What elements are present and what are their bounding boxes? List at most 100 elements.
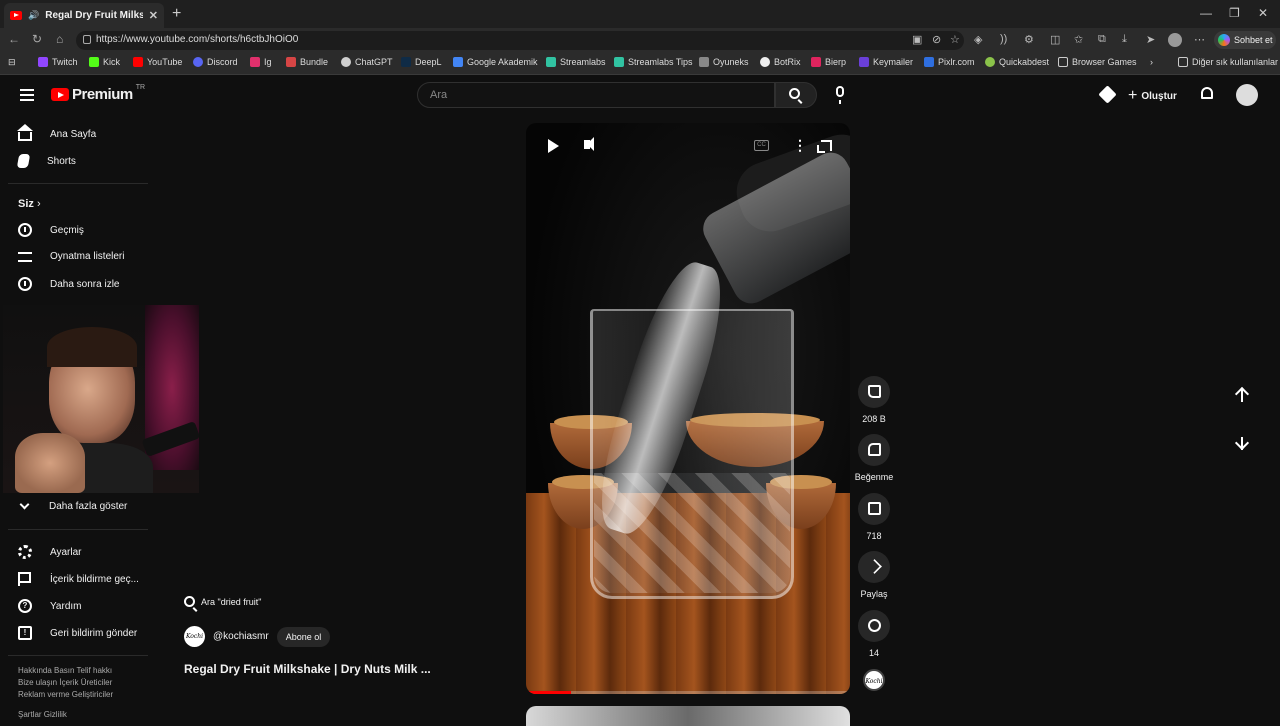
bookmark-streamlabs-tips[interactable]: Streamlabs Tips (614, 57, 693, 67)
tab-close-icon[interactable]: ✕ (149, 9, 158, 22)
botrix-icon (760, 57, 770, 67)
bookmark-kick[interactable]: Kick (89, 57, 120, 67)
shorts-video-player[interactable]: CC ⋮ (526, 123, 850, 694)
other-bookmarks[interactable]: Diğer sık kullanılanlar (1178, 57, 1278, 67)
window-close-icon[interactable]: ✕ (1258, 6, 1268, 20)
video-title[interactable]: Regal Dry Fruit Milkshake | Dry Nuts Mil… (184, 662, 431, 676)
sidebar-item-history[interactable]: Geçmiş (18, 223, 84, 237)
volume-icon[interactable] (584, 137, 594, 151)
bookmark-google-akademik[interactable]: Google Akademik (453, 57, 538, 67)
bookmark-quickabdest[interactable]: Quickabdest (985, 57, 1049, 67)
subscribe-button[interactable]: Abone ol (276, 626, 331, 647)
cast-icon[interactable] (1098, 85, 1117, 104)
youtube-icon (133, 57, 143, 67)
maximize-icon[interactable]: ❐ (1229, 6, 1240, 20)
favorites-icon[interactable]: ✩ (1074, 33, 1083, 46)
bookmark-botrix[interactable]: BotRix (760, 57, 801, 67)
sidebar-item-playlists[interactable]: Oynatma listeleri (18, 250, 124, 262)
browser-tab[interactable]: 🔊 Regal Dry Fruit Milkshake | ✕ (4, 3, 164, 28)
bookmarks-overflow-icon[interactable]: › (1150, 57, 1153, 67)
keymailer-icon (859, 57, 869, 67)
search-input[interactable]: Ara (417, 82, 775, 108)
sidebar-item-watch-later[interactable]: Daha sonra izle (18, 277, 119, 291)
bookmark-discord[interactable]: Discord (193, 57, 238, 67)
create-button[interactable]: + Oluştur (1128, 87, 1177, 105)
footer-links-row[interactable]: Hakkında Basın Telif hakkı (18, 666, 112, 675)
share-button[interactable]: Paylaş (852, 551, 896, 599)
search-button[interactable] (775, 82, 817, 108)
bookmark-bundle[interactable]: Bundle (286, 57, 328, 67)
sidebar-item-report-history[interactable]: İçerik bildirme geç... (18, 572, 139, 586)
tracking-icon[interactable]: ⊘ (932, 33, 941, 46)
app-available-icon[interactable]: ▣ (912, 33, 922, 46)
related-search-chip[interactable]: Ara "dried fruit" (184, 596, 261, 607)
channel-avatar[interactable]: Kochi (184, 626, 205, 647)
share-browser-icon[interactable]: ➤ (1146, 33, 1155, 46)
copilot-label: Sohbet et (1234, 35, 1273, 45)
footer-links-row[interactable]: Reklam verme Geliştiriciler (18, 690, 113, 699)
sidebar-show-more[interactable]: Daha fazla göster (18, 499, 127, 512)
more-menu-icon[interactable]: ⋯ (1194, 33, 1205, 46)
sidebar-item-settings[interactable]: Ayarlar (18, 545, 82, 559)
more-options-icon[interactable]: ⋮ (793, 138, 807, 152)
profile-avatar[interactable] (1168, 33, 1182, 47)
channel-handle[interactable]: @kochiasmr (213, 631, 269, 642)
captions-icon[interactable]: CC (754, 140, 769, 151)
youtube-premium-logo[interactable]: Premium TR (51, 84, 145, 103)
bookmark-youtube[interactable]: YouTube (133, 57, 182, 67)
next-short-preview[interactable] (526, 706, 850, 726)
bookmark-browser-games[interactable]: Browser Games (1058, 57, 1137, 67)
bookmark-streamlabs[interactable]: Streamlabs (546, 57, 606, 67)
fullscreen-icon[interactable] (817, 140, 832, 153)
video-progress-bar[interactable] (526, 691, 850, 694)
notifications-icon[interactable] (1201, 87, 1213, 99)
extension-signal-icon[interactable]: )) (1000, 33, 1007, 45)
share-label: Paylaş (860, 589, 888, 599)
sidebar-item-home[interactable]: Ana Sayfa (17, 124, 96, 141)
minimize-icon[interactable]: — (1200, 6, 1212, 20)
footer-links-row[interactable]: Şartlar Gizlilik (18, 710, 67, 719)
new-tab-button[interactable]: + (172, 5, 181, 23)
footer-links-row[interactable]: Bize ulaşın İçerik Üreticiler (18, 678, 112, 687)
bookmark-deepl[interactable]: DeepL (401, 57, 442, 67)
split-screen-icon[interactable]: ◫ (1050, 33, 1060, 46)
home-browser-icon[interactable]: ⌂ (56, 32, 63, 46)
like-button[interactable]: 208 B (852, 376, 896, 424)
collections-icon[interactable]: ⧉ (1098, 33, 1106, 46)
bookmark-twitch[interactable]: Twitch (38, 57, 78, 67)
previous-short-button[interactable] (1227, 381, 1257, 411)
collections-bar-icon[interactable]: ⊟ (8, 57, 16, 68)
bookmark-chatgpt[interactable]: ChatGPT (341, 57, 393, 67)
next-short-button[interactable] (1227, 429, 1257, 459)
comments-button[interactable]: 718 (852, 493, 896, 541)
back-icon[interactable]: ← (8, 32, 20, 46)
bookmark-pixlr[interactable]: Pixlr.com (924, 57, 975, 67)
sidebar-item-shorts[interactable]: Shorts (16, 154, 76, 168)
channel-avatar-button[interactable]: Kochi (863, 669, 885, 691)
streamlabs-tips-icon (614, 57, 624, 67)
downloads-icon[interactable]: ⤓ (1122, 33, 1127, 46)
bookmark-keymailer[interactable]: Keymailer (859, 57, 913, 67)
menu-icon[interactable] (20, 89, 34, 101)
play-icon[interactable] (548, 139, 559, 153)
youtube-favicon-icon (10, 11, 22, 20)
bookmark-oyuneks[interactable]: Oyuneks (699, 57, 749, 67)
sidebar-item-feedback[interactable]: ! Geri bildirim gönder (18, 626, 137, 640)
remix-button[interactable]: 14 (852, 610, 896, 658)
extensions-icon[interactable]: ⚙ (1024, 33, 1034, 46)
reload-icon[interactable]: ↻ (32, 32, 42, 46)
dislike-button[interactable]: Beğenme (852, 434, 896, 482)
bookmark-bierp[interactable]: Bierp (811, 57, 846, 67)
sidebar-item-help[interactable]: ? Yardım (18, 599, 82, 613)
voice-search-icon[interactable] (836, 86, 844, 104)
url-field[interactable]: https://www.youtube.com/shorts/h6ctbJhOi… (76, 31, 964, 50)
create-label: Oluştur (1141, 90, 1177, 102)
speaker-icon[interactable]: 🔊 (28, 10, 39, 21)
favorite-star-icon[interactable]: ☆ (950, 33, 960, 46)
site-info-icon[interactable] (83, 35, 91, 44)
sidebar-section-you[interactable]: Siz (18, 198, 41, 210)
account-avatar[interactable] (1236, 84, 1258, 106)
copilot-button[interactable]: Sohbet et (1214, 31, 1276, 49)
bookmark-ig[interactable]: Ig (250, 57, 272, 67)
extension-gamepad-icon[interactable]: ◈ (974, 33, 982, 46)
